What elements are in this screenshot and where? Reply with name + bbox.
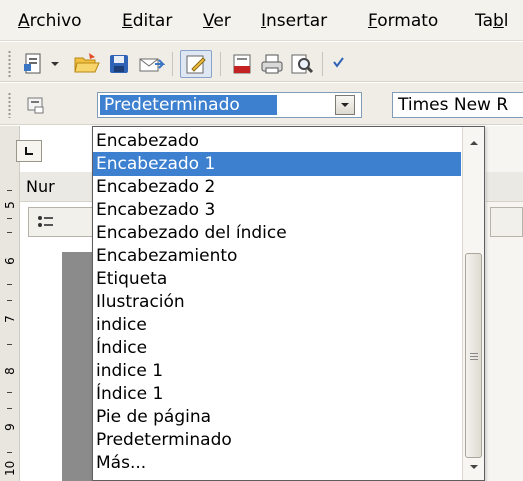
style-option[interactable]: Índice 1 [93, 382, 461, 406]
styles-icon [27, 97, 44, 114]
numbered-list-icon [38, 216, 53, 227]
magnifier-page-icon [291, 54, 314, 74]
new-document-icon [24, 53, 41, 74]
ruler-number: 8 [3, 367, 17, 375]
menu-tabla-rest: l [503, 11, 509, 31]
menu-tabla[interactable]: Tabl [475, 11, 509, 31]
scroll-up-button[interactable] [465, 133, 483, 153]
font-name-combobox[interactable]: Times New R [392, 92, 523, 118]
spellcheck-button[interactable] [328, 50, 348, 78]
new-dropdown-arrow[interactable] [48, 50, 62, 78]
menu-ver-mnemonic: V [203, 11, 214, 31]
edit-document-icon [186, 55, 206, 74]
send-email-button[interactable] [137, 50, 165, 78]
chevron-down-icon [470, 465, 478, 469]
folder-open-icon [74, 53, 100, 73]
numbering-list-button[interactable] [28, 207, 98, 237]
scrollbar-thumb[interactable] [465, 253, 482, 458]
dropdown-scrollbar[interactable] [462, 127, 484, 480]
print-preview-button[interactable] [288, 50, 316, 78]
toolbar-separator [172, 52, 173, 76]
save-icon [110, 55, 128, 73]
menu-tabla-mnemonic: b [493, 11, 504, 31]
edit-mode-button[interactable] [180, 50, 212, 78]
menu-tabla-pre: Ta [475, 11, 493, 31]
menu-formato-mnemonic: F [368, 11, 378, 31]
paragraph-style-combobox[interactable]: Predeterminado [97, 92, 362, 118]
style-option-more[interactable]: Más... [93, 451, 461, 475]
ruler-number: 10 [3, 460, 17, 476]
menu-ver[interactable]: Ver [203, 11, 231, 31]
ruler-tick [7, 452, 12, 453]
ruler-number: 5 [3, 201, 17, 209]
ruler-tick [7, 300, 12, 301]
menu-insertar-rest: nsertar [266, 11, 328, 31]
chevron-down-icon [51, 62, 59, 66]
mail-send-icon [139, 58, 165, 72]
style-option[interactable]: Encabezado 2 [93, 175, 461, 199]
grip-lines-icon [469, 352, 478, 360]
new-document-button[interactable] [20, 50, 48, 78]
spellcheck-icon [333, 57, 344, 68]
open-button[interactable] [73, 50, 101, 78]
print-button[interactable] [258, 50, 286, 78]
toolbar-grip[interactable] [8, 92, 11, 118]
ruler-tick [7, 344, 12, 345]
style-option[interactable]: Etiqueta [93, 267, 461, 291]
toolbar-separator [322, 52, 323, 76]
toolbar-grip[interactable] [8, 50, 11, 78]
menu-editar-mnemonic: E [122, 11, 133, 31]
ruler-tick [7, 232, 12, 233]
ruler-number: 6 [3, 257, 17, 265]
menu-formato-rest: ormato [377, 11, 439, 31]
style-option[interactable]: indice 1 [93, 359, 461, 383]
style-option[interactable]: Encabezamiento [93, 244, 461, 268]
menu-archivo-mnemonic: A [18, 11, 30, 31]
right-panel-row [490, 207, 523, 237]
paragraph-style-dropdown-button[interactable] [335, 95, 355, 115]
chevron-down-icon [341, 103, 349, 107]
ruler-tick [7, 408, 12, 409]
pdf-icon [233, 54, 251, 74]
scroll-down-button[interactable] [465, 457, 483, 477]
menu-insertar[interactable]: Insertar [261, 11, 327, 31]
save-button[interactable] [105, 50, 133, 78]
paragraph-style-dropdown-list: Encabezado Encabezado 1 Encabezado 2 Enc… [92, 126, 485, 481]
style-option[interactable]: Predeterminado [93, 428, 461, 452]
ruler-tick [7, 284, 12, 285]
menu-editar[interactable]: Editar [122, 11, 172, 31]
style-option[interactable]: Encabezado del índice [93, 221, 461, 245]
menu-formato[interactable]: Formato [368, 11, 438, 31]
ruler-number: 7 [3, 315, 17, 323]
ruler-tick [7, 392, 12, 393]
ruler-number: 9 [3, 423, 17, 431]
style-option[interactable]: Encabezado [93, 129, 461, 153]
ruler-tick [7, 190, 12, 191]
menu-ver-rest: er [213, 11, 231, 31]
menu-editar-rest: ditar [132, 11, 173, 31]
style-option[interactable]: Índice [93, 336, 461, 360]
menu-archivo[interactable]: Archivo [18, 11, 82, 31]
navigator-header: Nur [20, 172, 100, 202]
tab-stop-selector[interactable] [16, 140, 42, 162]
menu-bar: Archivo Editar Ver Insertar Formato Tabl [0, 0, 523, 41]
export-pdf-button[interactable] [228, 50, 256, 78]
style-option-selected[interactable]: Encabezado 1 [93, 152, 461, 176]
style-option[interactable]: Pie de página [93, 405, 461, 429]
ruler-tick [7, 218, 12, 219]
style-option[interactable]: Encabezado 3 [93, 198, 461, 222]
style-option[interactable]: Ilustración [93, 290, 461, 314]
tab-left-icon [25, 147, 33, 155]
paragraph-style-input[interactable]: Predeterminado [100, 95, 277, 115]
style-option[interactable]: indice [93, 313, 461, 337]
toolbar-separator [220, 52, 221, 76]
styles-formatting-button[interactable] [22, 91, 50, 119]
chevron-up-icon [470, 141, 478, 145]
printer-icon [261, 54, 283, 74]
menu-archivo-rest: rchivo [29, 11, 82, 31]
right-panel-header [486, 172, 523, 202]
